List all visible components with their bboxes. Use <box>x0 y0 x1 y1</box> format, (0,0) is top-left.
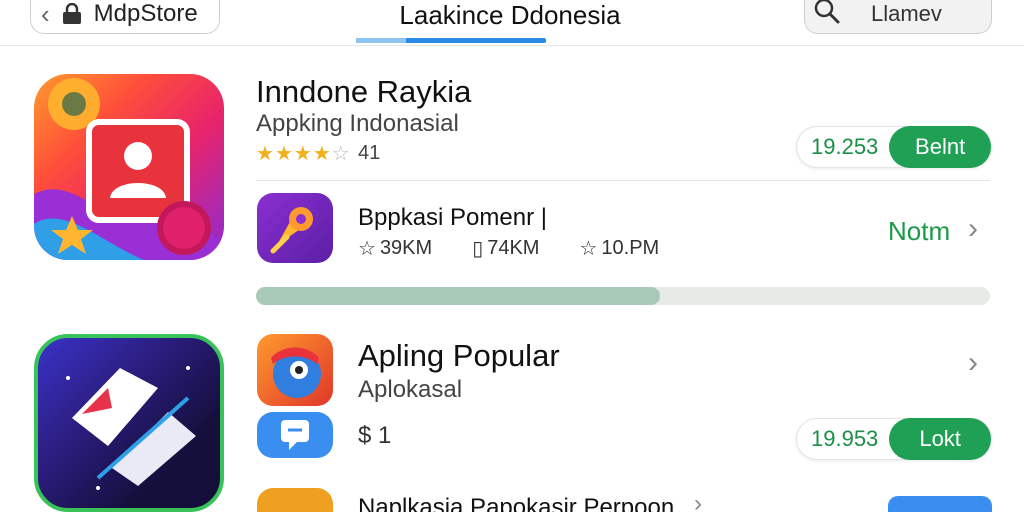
back-label: MdpStore <box>93 0 198 27</box>
row-app-icon[interactable] <box>257 193 333 263</box>
star-outline-icon: ☆ <box>358 238 376 260</box>
featured-app-icon[interactable] <box>34 74 224 260</box>
bottom-app-icon[interactable] <box>257 488 333 512</box>
star-outline-icon: ☆ <box>579 238 598 260</box>
stat-downloads-value: 39KM <box>379 237 433 259</box>
chevron-left-icon: ‹ <box>41 0 50 29</box>
star-icon: ★ <box>274 143 293 165</box>
stat-size-value: 74KM <box>487 237 540 259</box>
featured-app-title[interactable]: Inndone Raykia <box>256 74 471 110</box>
tab-indicator-highlight <box>356 38 406 43</box>
star-icon: ★ <box>293 143 312 165</box>
rating-stars: ★ ★ ★ ★ ☆ <box>256 141 350 166</box>
rating-count: 41 <box>358 142 381 164</box>
star-icon: ★ <box>256 143 274 165</box>
message-icon[interactable] <box>257 412 333 458</box>
popular-subtitle: Aplokasal <box>358 376 463 403</box>
featured-app-subtitle: Appking Indonasial <box>256 110 459 137</box>
stat-downloads: ☆ 39KM <box>358 236 432 261</box>
featured-action-button[interactable]: Belnt <box>889 126 991 168</box>
chevron-right-icon[interactable]: › <box>968 212 978 246</box>
bottom-action-button[interactable] <box>888 496 992 512</box>
popular-app-icon[interactable] <box>34 334 224 512</box>
progress-fill <box>256 287 660 305</box>
back-button[interactable]: ‹ MdpStore <box>30 0 220 34</box>
search-placeholder: Llamev <box>871 0 942 26</box>
chevron-right-icon[interactable]: › <box>968 346 978 380</box>
document-icon: ▯ <box>472 238 484 260</box>
popular-price-tag: $ 1 <box>358 422 392 449</box>
star-outline-icon: ☆ <box>331 143 350 165</box>
stat-time: ☆ 10.PM <box>579 236 659 261</box>
lock-icon <box>60 2 84 25</box>
progress-bar <box>256 287 990 305</box>
featured-price: 19.253 <box>811 134 879 159</box>
stat-size: ▯ 74KM <box>472 236 539 261</box>
star-icon: ★ <box>312 143 331 165</box>
top-bar: ‹ MdpStore Laakince Ddonesia Llamev <box>0 0 1024 46</box>
featured-price-pill: 19.253 Belnt <box>796 126 992 168</box>
popular-action-button[interactable]: Lokt <box>889 418 991 460</box>
row-more-link[interactable]: Notm <box>888 216 950 247</box>
row-app-title[interactable]: Bppkasi Pomenr | <box>358 204 547 232</box>
popular-price-pill: 19.953 Lokt <box>796 418 992 460</box>
popular-title[interactable]: Apling Popular <box>358 338 560 374</box>
search-icon <box>813 0 841 30</box>
stat-time-value: 10.PM <box>601 237 660 259</box>
chevron-right-icon[interactable]: › <box>694 490 702 512</box>
popular-small-icon[interactable] <box>257 334 333 406</box>
divider <box>256 180 990 181</box>
bottom-app-title[interactable]: Naplkasia Papokasir Perpoon <box>358 494 674 512</box>
popular-price: 19.953 <box>811 426 879 451</box>
page-title: Laakince Ddonesia <box>399 0 621 30</box>
search-button[interactable]: Llamev <box>804 0 992 34</box>
row-app-stats: ☆ 39KM ▯ 74KM ☆ 10.PM <box>358 236 659 261</box>
